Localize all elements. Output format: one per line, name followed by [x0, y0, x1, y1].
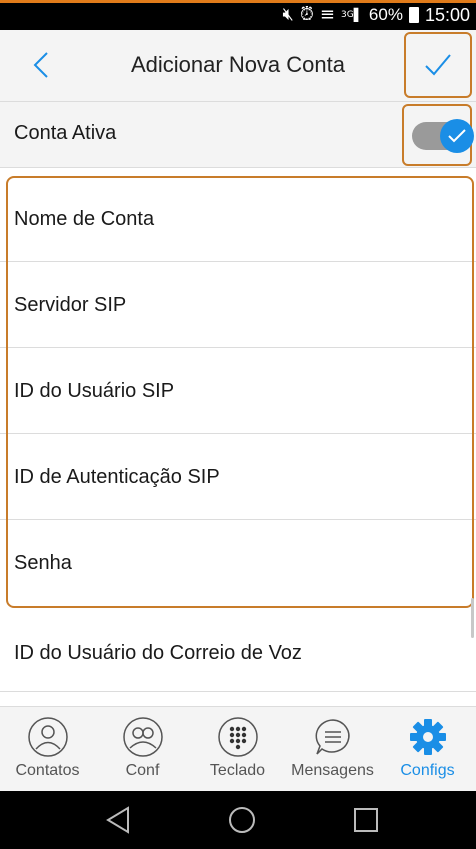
nav-label: Configs: [400, 762, 455, 779]
battery-percent: 60%: [368, 5, 403, 24]
checkmark-icon: [425, 54, 451, 76]
scroll-indicator[interactable]: [471, 598, 474, 638]
nav-item-configs[interactable]: Configs: [380, 707, 475, 792]
contact-icon: [26, 715, 70, 759]
square-recents-icon: [354, 808, 378, 832]
fields-highlight-box: [6, 176, 474, 608]
gear-icon: [406, 715, 450, 759]
status-bar-accent-line: [0, 0, 476, 3]
checkmark-icon: [448, 129, 466, 143]
nav-item-contatos[interactable]: Contatos: [0, 707, 95, 792]
nav-label: Mensagens: [291, 762, 374, 779]
status-icons: 🔇︎ ⏰︎ ≡ 3G▌ 60% 15:00: [282, 4, 471, 26]
message-icon: [311, 715, 355, 759]
save-button[interactable]: [404, 32, 472, 98]
keypad-icon: [216, 715, 260, 759]
system-home-button[interactable]: [222, 800, 262, 840]
nav-label: Contatos: [15, 762, 80, 779]
circle-home-icon: [229, 807, 255, 833]
app-header: Adicionar Nova Conta: [0, 30, 476, 102]
clock-time: 15:00: [424, 5, 470, 25]
network-type-label: 3G: [340, 10, 354, 20]
triangle-back-icon: [106, 806, 129, 834]
alarm-icon: ⏰︎: [299, 4, 314, 25]
account-active-toggle[interactable]: [402, 104, 474, 166]
toggle-knob: [440, 119, 474, 153]
system-recents-button[interactable]: [346, 800, 386, 840]
wifi-icon: ≡: [319, 4, 335, 25]
battery-icon: [408, 7, 419, 23]
bottom-nav: Contatos Conf Teclado Mensagens Configs: [0, 706, 476, 791]
account-active-label: Conta Ativa: [14, 122, 117, 144]
system-back-button[interactable]: [98, 800, 138, 840]
account-active-row: Conta Ativa: [0, 102, 476, 168]
nav-item-mensagens[interactable]: Mensagens: [285, 707, 380, 792]
system-nav-bar: [0, 791, 476, 849]
nav-item-conf[interactable]: Conf: [95, 707, 190, 792]
conference-icon: [121, 715, 165, 759]
toggle-track: [412, 119, 474, 153]
signal-icon: 3G▌: [341, 5, 363, 25]
nav-label: Conf: [125, 762, 160, 779]
status-bar: 🔇︎ ⏰︎ ≡ 3G▌ 60% 15:00: [0, 0, 476, 30]
nav-label: Teclado: [209, 762, 266, 779]
nav-item-teclado[interactable]: Teclado: [190, 707, 285, 792]
field-label: ID do Usuário do Correio de Voz: [14, 642, 302, 664]
mute-icon: 🔇︎: [282, 4, 294, 25]
field-voicemail-user-id[interactable]: ID do Usuário do Correio de Voz: [0, 608, 476, 692]
